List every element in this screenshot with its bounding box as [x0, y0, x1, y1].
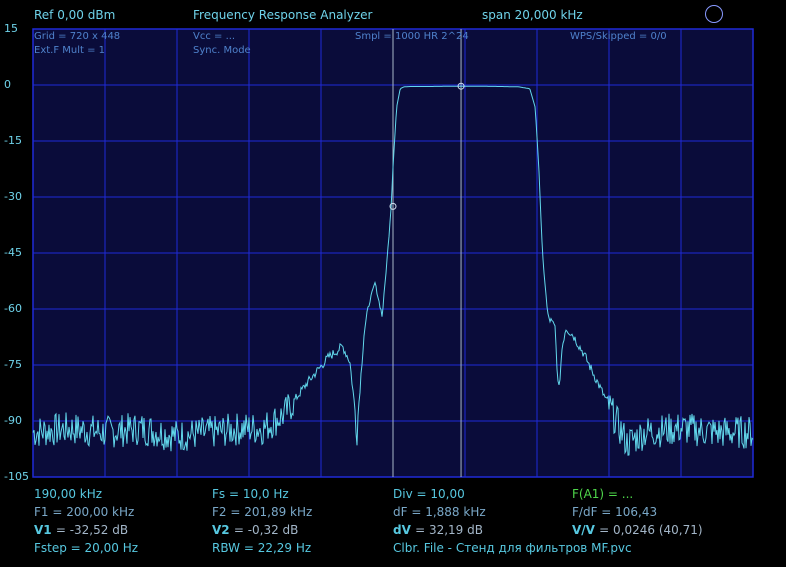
v1-label: V1 [34, 523, 52, 537]
v2-label: V2 [212, 523, 230, 537]
fstep-readout: Fstep = 20,00 Hz [34, 541, 139, 555]
sample-info: Smpl = 1000 HR 2^24 [355, 31, 469, 42]
vv-readout: V/V = 0,0246 (40,71) [572, 523, 703, 537]
grid-info: Grid = 720 x 448 [34, 31, 121, 42]
v1-readout: V1 = -32,52 dB [34, 523, 128, 537]
y-tick-label: -75 [4, 358, 22, 371]
dv-value: = 32,19 dB [415, 523, 483, 537]
v2-readout: V2 = -0,32 dB [212, 523, 298, 537]
v1-value: = -32,52 dB [55, 523, 129, 537]
v2-value: = -0,32 dB [233, 523, 299, 537]
start-freq-readout: 190,00 kHz [34, 487, 103, 501]
dv-label: dV [393, 523, 411, 537]
f-df-readout: F/dF = 106,43 [572, 505, 658, 519]
dv-readout: dV = 32,19 dB [393, 523, 483, 537]
vv-label: V/V [572, 523, 595, 537]
df-readout: dF = 1,888 kHz [393, 505, 486, 519]
calibration-file[interactable]: Clbr. File - Стенд для фильтров MF.pvc [393, 541, 632, 555]
y-tick-label: -105 [4, 470, 29, 483]
fa1-readout: F(A1) = ... [572, 487, 634, 501]
div-readout: Div = 10,00 [393, 487, 465, 501]
y-tick-label: -45 [4, 246, 22, 259]
f2-readout: F2 = 201,89 kHz [212, 505, 313, 519]
frequency-response-plot[interactable] [0, 0, 786, 567]
f1-readout: F1 = 200,00 kHz [34, 505, 135, 519]
y-tick-label: -15 [4, 134, 22, 147]
vcc-info: Vcc = ... [193, 31, 236, 42]
rbw-readout: RBW = 22,29 Hz [212, 541, 312, 555]
wps-info: WPS/Skipped = 0/0 [570, 31, 667, 42]
sync-mode-info: Sync. Mode [193, 45, 251, 56]
y-tick-label: 0 [4, 78, 11, 91]
ext-mult-info: Ext.F Mult = 1 [34, 45, 106, 56]
vv-value: = 0,0246 (40,71) [599, 523, 703, 537]
fs-readout: Fs = 10,0 Hz [212, 487, 289, 501]
y-tick-label: -30 [4, 190, 22, 203]
y-tick-label: 15 [4, 22, 18, 35]
y-tick-label: -60 [4, 302, 22, 315]
y-tick-label: -90 [4, 414, 22, 427]
